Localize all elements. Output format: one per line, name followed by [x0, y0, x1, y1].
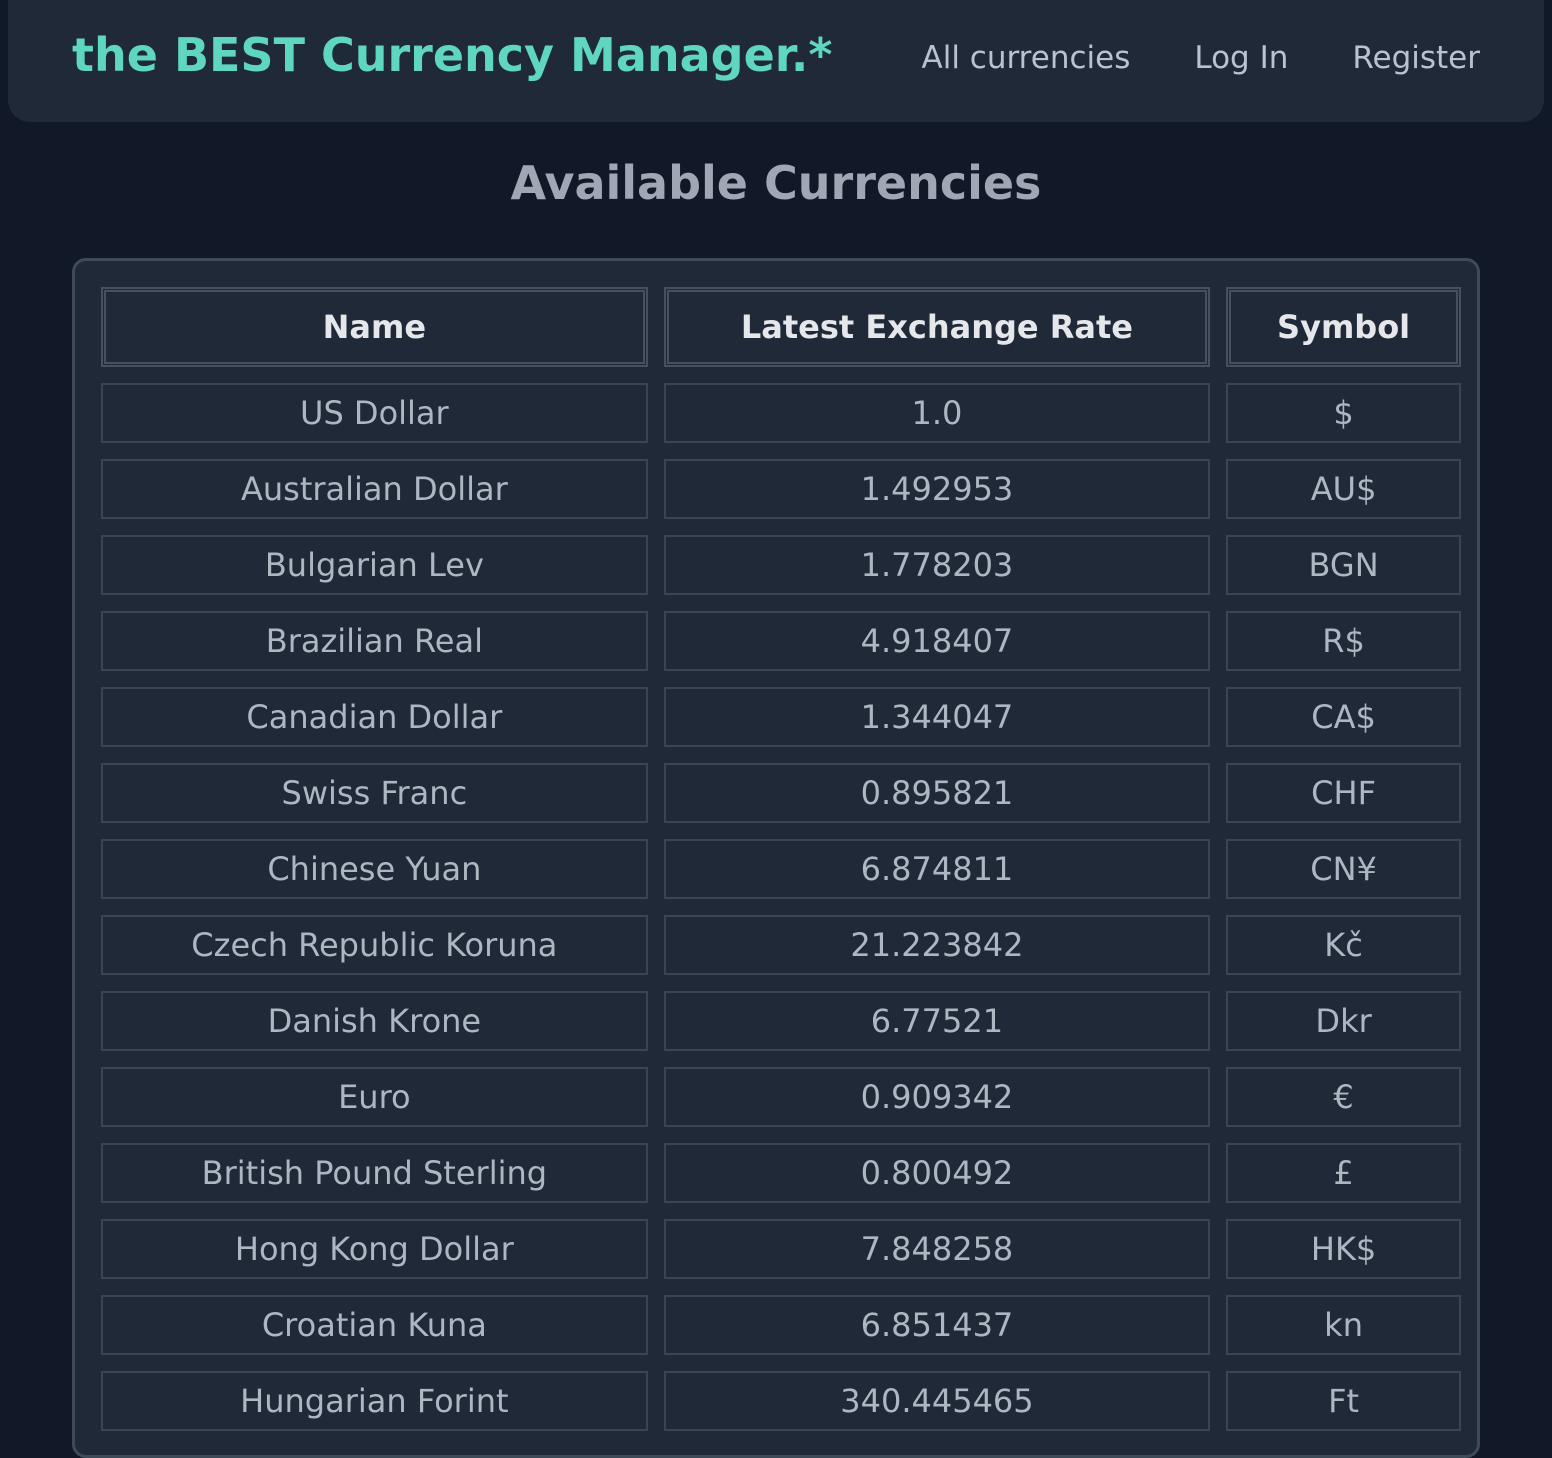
table-row: Chinese Yuan 6.874811 CN¥ [101, 839, 1461, 899]
symbol-cell: HK$ [1226, 1219, 1461, 1279]
table-row: Hong Kong Dollar 7.848258 HK$ [101, 1219, 1461, 1279]
table-row: US Dollar 1.0 $ [101, 383, 1461, 443]
symbol-cell: $ [1226, 383, 1461, 443]
currency-name-cell: Euro [101, 1067, 648, 1127]
exchange-rate-cell: 0.895821 [663, 763, 1211, 823]
navbar: the BEST Currency Manager.* All currenci… [8, 0, 1544, 122]
table-row: Australian Dollar 1.492953 AU$ [101, 459, 1461, 519]
table-row: Swiss Franc 0.895821 CHF [101, 763, 1461, 823]
table-row: Czech Republic Koruna 21.223842 Kč [101, 915, 1461, 975]
currency-name-cell: Swiss Franc [101, 763, 648, 823]
exchange-rate-cell: 1.344047 [663, 687, 1211, 747]
symbol-cell: Dkr [1226, 991, 1461, 1051]
currency-name-cell: Czech Republic Koruna [101, 915, 648, 975]
table-row: Danish Krone 6.77521 Dkr [101, 991, 1461, 1051]
exchange-rate-cell: 7.848258 [663, 1219, 1211, 1279]
table-body: US Dollar 1.0 $ Australian Dollar 1.492953 AU… [101, 383, 1461, 1431]
currency-name-cell: US Dollar [101, 383, 648, 443]
symbol-cell: kn [1226, 1295, 1461, 1355]
table-row: Bulgarian Lev 1.778203 BGN [101, 535, 1461, 595]
table-row: Hungarian Forint 340.445465 Ft [101, 1371, 1461, 1431]
exchange-rate-cell: 6.77521 [663, 991, 1211, 1051]
currency-name-cell: Danish Krone [101, 991, 648, 1051]
exchange-rate-cell: 6.851437 [663, 1295, 1211, 1355]
currency-name-cell: Australian Dollar [101, 459, 648, 519]
symbol-cell: £ [1226, 1143, 1461, 1203]
symbol-cell: Ft [1226, 1371, 1461, 1431]
brand-link[interactable]: the BEST Currency Manager.* [72, 28, 832, 82]
currency-name-cell: Hong Kong Dollar [101, 1219, 648, 1279]
symbol-cell: € [1226, 1067, 1461, 1127]
symbol-cell: CHF [1226, 763, 1461, 823]
table-row: Canadian Dollar 1.344047 CA$ [101, 687, 1461, 747]
exchange-rate-cell: 0.909342 [663, 1067, 1211, 1127]
column-header-name: Name [101, 287, 648, 367]
table-row: British Pound Sterling 0.800492 £ [101, 1143, 1461, 1203]
nav-link-log-in[interactable]: Log In [1194, 40, 1288, 76]
exchange-rate-cell: 1.492953 [663, 459, 1211, 519]
currency-name-cell: Canadian Dollar [101, 687, 648, 747]
currency-name-cell: Hungarian Forint [101, 1371, 648, 1431]
symbol-cell: AU$ [1226, 459, 1461, 519]
exchange-rate-cell: 1.0 [663, 383, 1211, 443]
symbol-cell: CN¥ [1226, 839, 1461, 899]
column-header-symbol: Symbol [1226, 287, 1461, 367]
currency-name-cell: Bulgarian Lev [101, 535, 648, 595]
symbol-cell: CA$ [1226, 687, 1461, 747]
nav-link-register[interactable]: Register [1352, 40, 1480, 76]
table-row: Euro 0.909342 € [101, 1067, 1461, 1127]
currency-name-cell: British Pound Sterling [101, 1143, 648, 1203]
symbol-cell: R$ [1226, 611, 1461, 671]
table-header-row: Name Latest Exchange Rate Symbol [101, 287, 1461, 367]
exchange-rate-cell: 21.223842 [663, 915, 1211, 975]
symbol-cell: BGN [1226, 535, 1461, 595]
currency-name-cell: Brazilian Real [101, 611, 648, 671]
currency-name-cell: Croatian Kuna [101, 1295, 648, 1355]
exchange-rate-cell: 4.918407 [663, 611, 1211, 671]
exchange-rate-cell: 340.445465 [663, 1371, 1211, 1431]
currency-table-panel: Name Latest Exchange Rate Symbol US Doll… [72, 258, 1480, 1458]
currency-name-cell: Chinese Yuan [101, 839, 648, 899]
symbol-cell: Kč [1226, 915, 1461, 975]
nav-links: All currencies Log In Register [922, 40, 1481, 76]
column-header-rate: Latest Exchange Rate [663, 287, 1211, 367]
exchange-rate-cell: 6.874811 [663, 839, 1211, 899]
table-row: Brazilian Real 4.918407 R$ [101, 611, 1461, 671]
exchange-rate-cell: 0.800492 [663, 1143, 1211, 1203]
currency-table: Name Latest Exchange Rate Symbol US Doll… [85, 271, 1477, 1447]
exchange-rate-cell: 1.778203 [663, 535, 1211, 595]
nav-link-all-currencies[interactable]: All currencies [922, 40, 1131, 76]
table-row: Croatian Kuna 6.851437 kn [101, 1295, 1461, 1355]
page-title: Available Currencies [510, 156, 1042, 210]
